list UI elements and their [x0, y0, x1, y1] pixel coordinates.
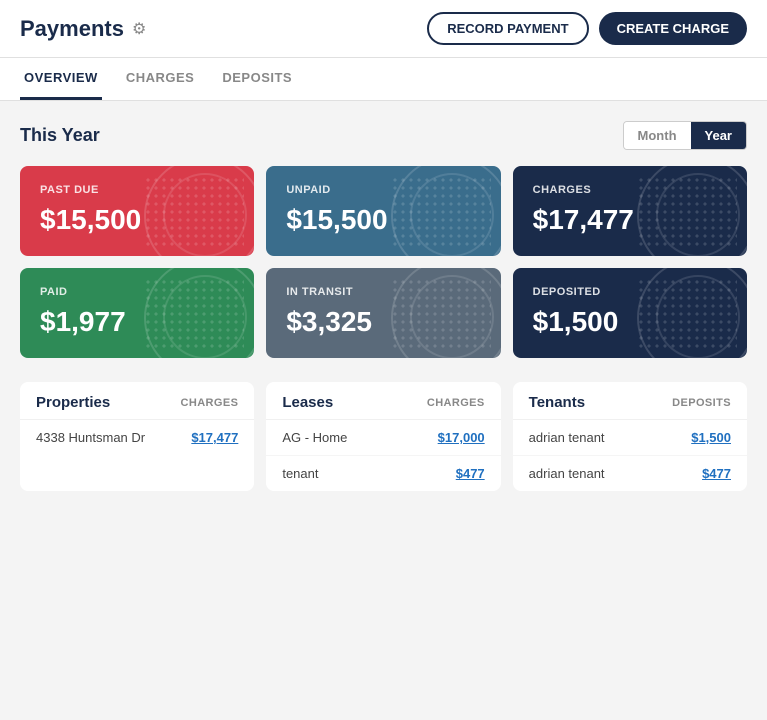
tab-overview[interactable]: OVERVIEW: [20, 58, 102, 100]
leases-col-label: CHARGES: [427, 397, 485, 409]
record-payment-button[interactable]: RECORD PAYMENT: [427, 12, 588, 45]
past-due-card[interactable]: PAST DUE $15,500: [20, 166, 254, 256]
properties-title: Properties: [36, 394, 110, 411]
property-charges-link[interactable]: $17,477: [191, 430, 238, 445]
table-row: adrian tenant $477: [513, 456, 747, 491]
section-title: This Year: [20, 125, 100, 146]
create-charge-button[interactable]: CREATE CHARGE: [599, 12, 747, 45]
table-row: adrian tenant $1,500: [513, 420, 747, 456]
paid-card[interactable]: PAID $1,977: [20, 268, 254, 358]
main-content: This Year Month Year PAST DUE $15,500 UN…: [0, 101, 767, 511]
tenants-title: Tenants: [529, 394, 585, 411]
page-title: Payments: [20, 16, 124, 42]
lease-name-2: tenant: [282, 466, 318, 481]
tab-charges[interactable]: CHARGES: [122, 58, 199, 100]
table-row: AG - Home $17,000: [266, 420, 500, 456]
unpaid-card[interactable]: UNPAID $15,500: [266, 166, 500, 256]
period-toggle: Month Year: [623, 121, 747, 150]
month-toggle-button[interactable]: Month: [624, 122, 691, 149]
lease-charges-link-1[interactable]: $17,000: [438, 430, 485, 445]
in-transit-card[interactable]: IN TRANSIT $3,325: [266, 268, 500, 358]
tab-bar: OVERVIEW CHARGES DEPOSITS: [0, 58, 767, 101]
tables-section: Properties CHARGES 4338 Huntsman Dr $17,…: [20, 382, 747, 491]
summary-cards: PAST DUE $15,500 UNPAID $15,500 CHARGES …: [20, 166, 747, 358]
tenant-deposits-link-1[interactable]: $1,500: [691, 430, 731, 445]
year-toggle-button[interactable]: Year: [691, 122, 746, 149]
property-name: 4338 Huntsman Dr: [36, 430, 145, 445]
lease-name-1: AG - Home: [282, 430, 347, 445]
table-row: 4338 Huntsman Dr $17,477: [20, 420, 254, 455]
lease-charges-link-2[interactable]: $477: [456, 466, 485, 481]
charges-card[interactable]: CHARGES $17,477: [513, 166, 747, 256]
properties-table-header: Properties CHARGES: [20, 382, 254, 420]
page-header: Payments ⚙ RECORD PAYMENT CREATE CHARGE: [0, 0, 767, 58]
properties-col-label: CHARGES: [181, 397, 239, 409]
section-header: This Year Month Year: [20, 121, 747, 150]
deposited-card[interactable]: DEPOSITED $1,500: [513, 268, 747, 358]
header-left: Payments ⚙: [20, 16, 146, 42]
tenants-table-header: Tenants DEPOSITS: [513, 382, 747, 420]
leases-title: Leases: [282, 394, 333, 411]
tenant-deposits-link-2[interactable]: $477: [702, 466, 731, 481]
table-row: tenant $477: [266, 456, 500, 491]
gear-icon[interactable]: ⚙: [132, 19, 146, 39]
tenant-name-1: adrian tenant: [529, 430, 605, 445]
tab-deposits[interactable]: DEPOSITS: [218, 58, 296, 100]
tenants-col-label: DEPOSITS: [672, 397, 731, 409]
leases-table: Leases CHARGES AG - Home $17,000 tenant …: [266, 382, 500, 491]
tenant-name-2: adrian tenant: [529, 466, 605, 481]
leases-table-header: Leases CHARGES: [266, 382, 500, 420]
tenants-table: Tenants DEPOSITS adrian tenant $1,500 ad…: [513, 382, 747, 491]
header-buttons: RECORD PAYMENT CREATE CHARGE: [427, 12, 747, 45]
properties-table: Properties CHARGES 4338 Huntsman Dr $17,…: [20, 382, 254, 491]
